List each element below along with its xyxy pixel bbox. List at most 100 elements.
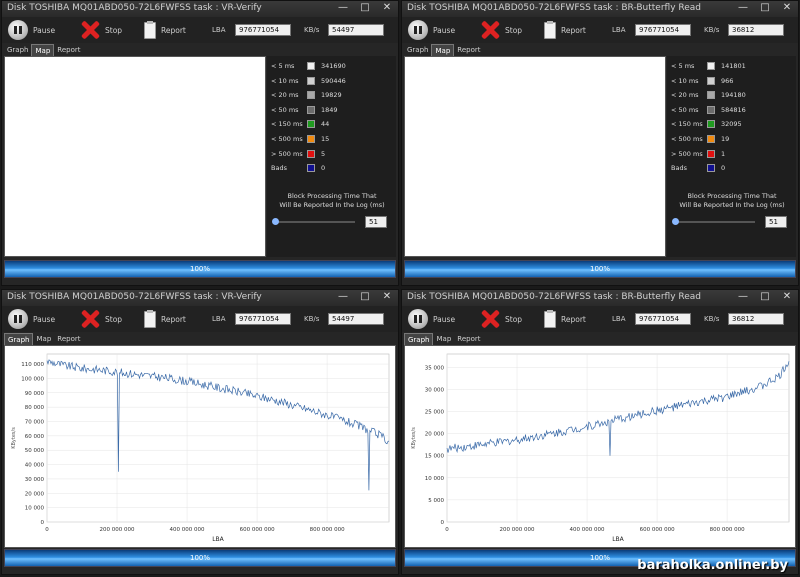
legend-row: Bads 0 [271, 163, 325, 173]
y-tick-label: 0 [441, 520, 445, 526]
stop-button[interactable]: Stop [480, 309, 522, 329]
y-tick-label: 30 000 [425, 387, 445, 393]
tab-graph[interactable]: Graph [4, 44, 31, 56]
legend-swatch [707, 62, 715, 70]
stop-button[interactable]: Stop [80, 20, 122, 40]
report-button[interactable]: Report [544, 309, 586, 329]
report-label: Report [161, 314, 186, 324]
minimize-icon[interactable]: — [336, 292, 350, 303]
report-label: Report [561, 314, 586, 324]
close-icon[interactable]: ✕ [380, 3, 394, 14]
legend-swatch [707, 91, 715, 100]
maximize-icon[interactable]: □ [358, 292, 372, 303]
close-icon[interactable]: ✕ [780, 292, 794, 303]
toolbar: Pause Stop Report LBA 976771054 KB/s 36812 [402, 17, 798, 43]
legend-row: < 20 ms 194180 [671, 90, 746, 100]
pause-button[interactable]: Pause [408, 309, 455, 329]
block-time-slider[interactable] [272, 218, 355, 225]
tab-report[interactable]: Report [54, 44, 83, 56]
y-tick-label: 40 000 [25, 463, 45, 469]
legend-label: < 150 ms [671, 120, 703, 129]
y-tick-label: 30 000 [25, 477, 45, 483]
pause-label: Pause [33, 314, 56, 324]
stop-icon [480, 309, 500, 329]
block-time-label: Will Be Reported In the Log (ms) [279, 201, 385, 209]
pause-button[interactable]: Pause [8, 309, 55, 329]
pause-button[interactable]: Pause [8, 20, 55, 40]
x-tick-label: 800 000 000 [310, 527, 345, 533]
legend-count: 32095 [721, 120, 742, 129]
toolbar: Pause Stop Report LBA 976771054 KB/s 36812 [402, 306, 798, 332]
legend-count: 341690 [321, 62, 346, 70]
legend-swatch [707, 105, 715, 114]
report-icon [144, 20, 156, 39]
y-tick-label: 10 000 [425, 476, 445, 482]
legend-row: > 500 ms 1 [671, 149, 725, 159]
stop-icon [480, 20, 500, 40]
tab-map[interactable]: Map [33, 333, 54, 345]
tab-report[interactable]: Report [454, 44, 483, 56]
legend-count: 1849 [321, 105, 338, 114]
legend-row: < 150 ms 32095 [671, 119, 742, 129]
report-label: Report [561, 25, 586, 35]
slider-knob[interactable] [272, 218, 279, 225]
tab-bar: Graph Map Report [404, 44, 483, 56]
y-tick-label: 100 000 [21, 376, 44, 382]
tab-bar: Graph Map Report [4, 44, 83, 56]
minimize-icon[interactable]: — [736, 3, 750, 14]
report-button[interactable]: Report [544, 20, 586, 40]
tab-map[interactable]: Map [433, 333, 454, 345]
tab-map[interactable]: Map [431, 44, 455, 56]
y-axis-label: KBytes/s [11, 427, 17, 449]
tab-graph[interactable]: Graph [404, 44, 431, 56]
maximize-icon[interactable]: □ [358, 3, 372, 14]
slider-knob[interactable] [672, 218, 679, 225]
toolbar: Pause Stop Report LBA 976771054 KB/s 54497 [2, 306, 398, 332]
report-button[interactable]: Report [144, 309, 186, 329]
legend-label: < 20 ms [271, 91, 299, 100]
lba-field: 976771054 [235, 313, 291, 325]
tab-graph[interactable]: Graph [404, 333, 434, 345]
x-tick-label: 0 [45, 527, 49, 533]
lba-field: 976771054 [235, 24, 291, 36]
stop-button[interactable]: Stop [80, 309, 122, 329]
block-time-label: Block Processing Time That [287, 192, 377, 200]
lba-label: LBA [612, 315, 626, 323]
block-time-value[interactable]: 51 [765, 216, 787, 228]
tab-report[interactable]: Report [454, 333, 483, 345]
progress-bar: 100% [4, 549, 396, 567]
close-icon[interactable]: ✕ [780, 3, 794, 14]
report-button[interactable]: Report [144, 20, 186, 40]
progress-bar: 100% [404, 260, 796, 278]
minimize-icon[interactable]: — [736, 292, 750, 303]
maximize-icon[interactable]: □ [758, 3, 772, 14]
pause-button[interactable]: Pause [408, 20, 455, 40]
close-icon[interactable]: ✕ [380, 292, 394, 303]
legend-label: < 150 ms [271, 120, 303, 129]
toolbar: Pause Stop Report LBA 976771054 KB/s 54497 [2, 17, 398, 43]
tab-graph[interactable]: Graph [4, 333, 34, 345]
plot-area [446, 353, 790, 523]
lba-label: LBA [212, 315, 226, 323]
tab-map[interactable]: Map [31, 44, 55, 56]
y-tick-label: 5 000 [428, 498, 444, 504]
legend-count: 1 [721, 149, 726, 158]
stop-button[interactable]: Stop [480, 20, 522, 40]
kbs-label: KB/s [704, 315, 720, 323]
block-time-slider[interactable] [672, 218, 755, 225]
legend-swatch [307, 91, 315, 100]
tab-report[interactable]: Report [54, 333, 83, 345]
pause-icon [408, 309, 428, 329]
watermark: baraholka.onliner.by [637, 558, 788, 573]
pause-icon [8, 309, 28, 329]
legend-count: 590446 [321, 76, 346, 85]
kbs-field: 54497 [328, 24, 384, 36]
minimize-icon[interactable]: — [336, 3, 350, 14]
kbs-label: KB/s [304, 26, 320, 34]
legend-row: < 50 ms 1849 [271, 105, 338, 115]
y-tick-label: 35 000 [425, 365, 445, 371]
block-time-value[interactable]: 51 [365, 216, 387, 228]
maximize-icon[interactable]: □ [758, 292, 772, 303]
pause-label: Pause [433, 314, 456, 324]
stop-label: Stop [105, 25, 123, 35]
